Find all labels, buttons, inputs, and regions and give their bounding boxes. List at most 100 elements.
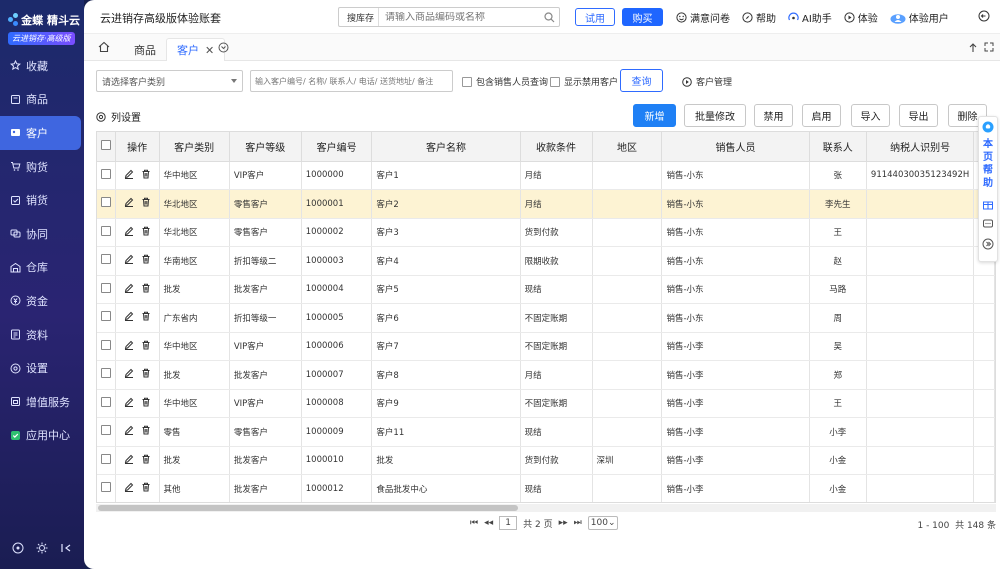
edit-icon[interactable] (124, 254, 134, 267)
page-input[interactable]: 1 (499, 516, 518, 530)
row-checkbox[interactable] (100, 425, 111, 436)
edit-icon[interactable] (124, 425, 134, 438)
row-select-cell[interactable] (97, 189, 116, 219)
gift-icon[interactable] (982, 198, 994, 210)
table-row[interactable]: 华北地区 零售客户 1000002 客户3 货到付款 销售-小东王 (97, 218, 995, 247)
row-select-cell[interactable] (97, 218, 116, 247)
row-checkbox[interactable] (100, 482, 111, 493)
trash-icon[interactable] (141, 482, 151, 495)
user-menu[interactable]: 体验用户 (890, 10, 949, 25)
trash-icon[interactable] (141, 197, 151, 210)
keyword-search-input[interactable] (250, 70, 453, 92)
theme-sun-icon[interactable] (35, 541, 49, 555)
tabs-dropdown-icon[interactable] (218, 42, 229, 56)
customer-category-select[interactable]: 请选择客户类别 (96, 70, 243, 92)
sidebar-item-goods[interactable]: 商品 (0, 83, 84, 117)
sidebar-item-data[interactable]: 资料 (0, 318, 84, 352)
sidebar-item-cart[interactable]: 购货 (0, 150, 84, 184)
trash-icon[interactable] (141, 283, 151, 296)
table-row[interactable]: 批发 批发客户 1000010 批发 货到付款 深圳 销售-小李 小金 (97, 446, 995, 475)
column-header[interactable]: 联系人 (809, 132, 867, 162)
try-button[interactable]: 试用 (575, 8, 615, 26)
row-checkbox[interactable] (100, 396, 111, 407)
select-all-checkbox[interactable] (100, 139, 111, 150)
customer-manage-link[interactable]: 客户管理 (682, 75, 732, 88)
edit-icon[interactable] (124, 169, 134, 182)
next-page-icon[interactable]: ▸▸ (559, 518, 568, 528)
trash-icon[interactable] (141, 169, 151, 182)
buy-button[interactable]: 购买 (622, 8, 663, 26)
page-help-link[interactable]: 本页帮助 (983, 138, 994, 190)
row-select-cell[interactable] (97, 474, 116, 502)
sidebar-item-vas[interactable]: 增值服务 (0, 385, 84, 419)
survey-link[interactable]: 满意问卷 (676, 10, 730, 25)
column-header[interactable]: 客户类别 (159, 132, 230, 162)
brand-logo[interactable]: 金蝶 精斗云 云进销存·高级版 (8, 12, 80, 45)
import-button[interactable]: 导入 (851, 104, 890, 127)
trash-icon[interactable] (141, 368, 151, 381)
select-all-header[interactable] (97, 132, 116, 162)
row-select-cell[interactable] (97, 360, 116, 390)
row-select-cell[interactable] (97, 246, 116, 276)
exit-icon[interactable] (978, 10, 990, 25)
trash-icon[interactable] (141, 226, 151, 239)
collapse-toggle-icon[interactable] (11, 541, 25, 555)
edit-icon[interactable] (124, 397, 134, 410)
chat-icon[interactable] (982, 218, 994, 230)
horizontal-scrollbar[interactable] (96, 504, 996, 512)
trash-icon[interactable] (141, 340, 151, 353)
column-header[interactable]: 销售人员 (661, 132, 810, 162)
enable-button[interactable]: 启用 (802, 104, 841, 127)
edit-icon[interactable] (124, 197, 134, 210)
table-row[interactable]: 华中地区 VIP客户 1000008 客户9 不固定账期 销售-小李王 (97, 389, 995, 418)
row-checkbox[interactable] (100, 339, 111, 350)
trash-icon[interactable] (141, 254, 151, 267)
row-checkbox[interactable] (100, 197, 111, 208)
column-settings-link[interactable]: 列设置 (96, 109, 141, 124)
row-checkbox[interactable] (100, 168, 111, 179)
pin-top-icon[interactable] (968, 42, 978, 56)
row-select-cell[interactable] (97, 332, 116, 361)
scrollbar-thumb[interactable] (98, 505, 518, 511)
edit-icon[interactable] (124, 454, 134, 467)
column-header[interactable]: 纳税人识别号 (866, 132, 975, 162)
include-sales-checkbox[interactable]: 包含销售人员查询 (462, 75, 548, 88)
row-select-cell[interactable] (97, 417, 116, 447)
trash-icon[interactable] (141, 454, 151, 467)
sidebar-item-settings[interactable]: 设置 (0, 351, 84, 385)
row-checkbox[interactable] (100, 254, 111, 265)
home-icon[interactable] (98, 41, 110, 56)
row-select-cell[interactable] (97, 275, 116, 304)
sidebar-item-customer[interactable]: 客户 (0, 116, 81, 150)
search-scope-label[interactable]: 搜库存 (339, 8, 380, 26)
sidebar-item-collab[interactable]: 协同 (0, 217, 84, 251)
table-row[interactable]: 华中地区 VIP客户 1000000 客户1 月结 销售-小东张 9114403003512… (97, 161, 995, 190)
tab-customer[interactable]: 客户 ✕ (166, 38, 226, 61)
column-header[interactable]: 收款条件 (520, 132, 593, 162)
column-header[interactable]: 客户编号 (301, 132, 373, 162)
expand-panel-icon[interactable] (982, 238, 994, 250)
tab-goods[interactable]: 商品 (124, 38, 166, 61)
edit-icon[interactable] (124, 283, 134, 296)
stock-search-input[interactable] (379, 11, 539, 23)
first-page-icon[interactable]: ⏮ (470, 518, 478, 528)
column-header[interactable]: 地区 (592, 132, 663, 162)
edit-icon[interactable] (124, 311, 134, 324)
export-button[interactable]: 导出 (899, 104, 938, 127)
trial-link[interactable]: 体验 (844, 10, 878, 25)
row-select-cell[interactable] (97, 303, 116, 333)
fullscreen-icon[interactable] (984, 42, 994, 55)
table-row[interactable]: 零售 零售客户 1000009 客户11 现结 销售-小李 小李 (97, 417, 995, 447)
collapse-sidebar-icon[interactable] (59, 541, 73, 555)
table-row[interactable]: 华中地区 VIP客户 1000006 客户7 不固定账期 销售-小李吴 (97, 332, 995, 361)
table-row[interactable]: 华北地区 零售客户 1000001 客户2 月结 销售-小东 李先生 (97, 189, 995, 219)
row-checkbox[interactable] (100, 225, 111, 236)
table-row[interactable]: 华南地区 折扣等级二 1000003 客户4 限期收款 销售-小东赵 (97, 246, 995, 276)
column-header[interactable]: 客户等级 (229, 132, 302, 162)
column-header[interactable]: 客户名称 (371, 132, 521, 162)
trash-icon[interactable] (141, 397, 151, 410)
sidebar-item-money[interactable]: 资金 (0, 284, 84, 318)
ai-assistant-link[interactable]: AI助手 (788, 10, 832, 25)
edit-icon[interactable] (124, 368, 134, 381)
checkbox-box[interactable] (462, 76, 472, 87)
